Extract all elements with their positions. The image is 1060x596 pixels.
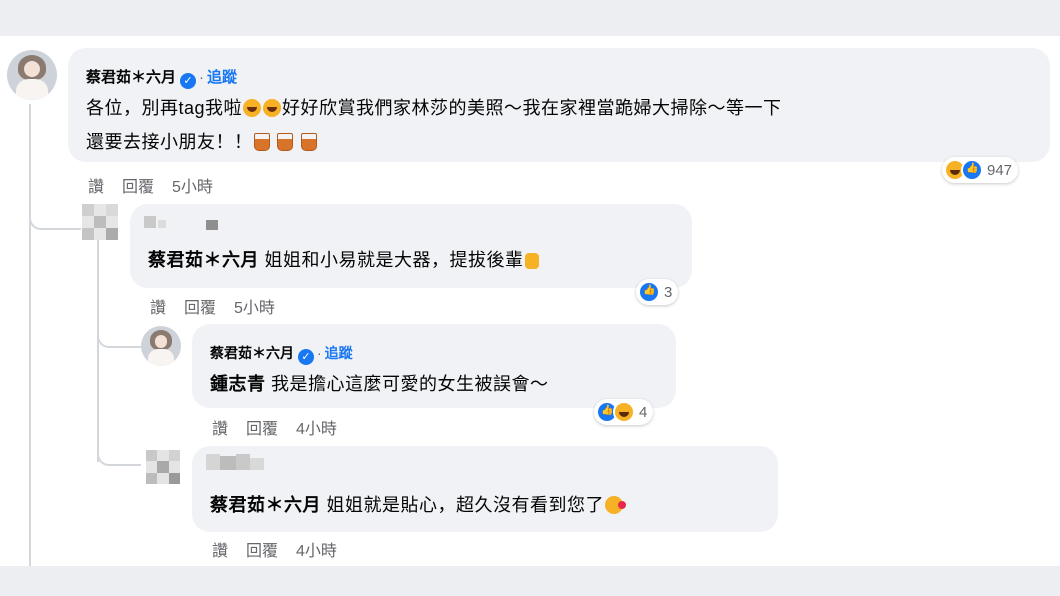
avatar[interactable]: [141, 326, 181, 366]
thread-connector: [29, 196, 81, 230]
drink-emoji-icon: [277, 133, 294, 151]
separator-dot: ·: [199, 69, 205, 86]
timestamp[interactable]: 4小時: [296, 543, 337, 560]
blur-block: [250, 458, 264, 470]
blur-block: [146, 450, 157, 461]
reply-thread-line: [97, 240, 99, 462]
author-name[interactable]: 蔡君茹＊六月: [210, 345, 294, 361]
timestamp[interactable]: 5小時: [234, 300, 275, 317]
comment-text-line-2: 還要去接小朋友！！: [86, 128, 318, 154]
avatar-face: [154, 334, 168, 348]
mention-link[interactable]: 蔡君茹＊六月: [210, 495, 321, 515]
verified-badge-icon: ✓: [298, 349, 314, 365]
blurred-author-name: [206, 454, 276, 472]
comment-author[interactable]: 蔡君茹＊六月 ✓ · 追蹤: [86, 66, 237, 89]
drink-emoji-icon: [253, 133, 270, 151]
comment-actions: 讚 回覆 4小時: [212, 537, 355, 561]
blur-block: [169, 473, 180, 484]
like-button[interactable]: 讚: [150, 300, 166, 317]
comment-actions: 讚 回覆 4小時: [212, 415, 355, 439]
thread-line: [29, 104, 31, 566]
comment-text-part: 姐姐和小易就是大器，提拔後輩: [264, 250, 524, 270]
comment-text: 各位，別再tag我啦 好好欣賞我們家林莎的美照～我在家裡當跪婦大掃除～等一下: [86, 94, 782, 120]
blurred-avatar[interactable]: [146, 450, 180, 484]
reply-button[interactable]: 回覆: [246, 543, 278, 560]
like-reaction-icon: [638, 281, 660, 303]
verified-badge-icon: ✓: [180, 73, 197, 89]
drink-emoji-icon: [300, 133, 317, 151]
separator-dot: ·: [317, 345, 322, 361]
comment-text-part: 我是擔心這麼可愛的女生被誤會～: [271, 374, 549, 394]
timestamp[interactable]: 4小時: [296, 421, 337, 438]
blur-block: [158, 220, 166, 228]
reply-connector: [97, 436, 141, 466]
smiling-hearts-emoji-icon: [605, 496, 627, 514]
reply-button[interactable]: 回覆: [184, 300, 216, 317]
avatar-face: [24, 61, 40, 77]
mention-link[interactable]: 鍾志青: [210, 374, 266, 394]
blur-block: [94, 216, 106, 228]
follow-button[interactable]: 追蹤: [207, 69, 237, 86]
comment-text: 蔡君茹＊六月 姐姐和小易就是大器，提拔後輩: [148, 246, 540, 272]
top-background-band: [0, 0, 1060, 36]
like-button[interactable]: 讚: [212, 421, 228, 438]
haha-reaction-icon: [613, 401, 635, 423]
like-reaction-icon: [961, 159, 983, 181]
avatar-body: [148, 349, 174, 366]
reply-button[interactable]: 回覆: [246, 421, 278, 438]
comment-text-part: 還要去接小朋友！！: [86, 132, 253, 152]
reaction-summary[interactable]: 947: [942, 157, 1019, 183]
blur-block: [144, 216, 156, 228]
blurred-author-name: [144, 216, 240, 230]
reply-button[interactable]: 回覆: [122, 179, 154, 196]
comment-text: 蔡君茹＊六月 姐姐就是貼心，超久沒有看到您了: [210, 491, 627, 517]
avatar-body: [16, 79, 48, 100]
blur-block: [106, 204, 118, 216]
blur-block: [157, 461, 169, 473]
mention-link[interactable]: 蔡君茹＊六月: [148, 250, 259, 270]
reaction-summary[interactable]: 3: [636, 279, 679, 305]
blur-block: [236, 454, 250, 470]
comment-thread: 蔡君茹＊六月 ✓ · 追蹤 各位，別再tag我啦 好好欣賞我們家林莎的美照～我在家裡當跪…: [0, 36, 1060, 566]
reaction-summary[interactable]: 4: [594, 399, 654, 425]
like-button[interactable]: 讚: [88, 179, 104, 196]
reaction-count: 947: [987, 161, 1013, 179]
like-button[interactable]: 讚: [212, 543, 228, 560]
rofl-emoji-icon: [263, 99, 282, 117]
thumbs-up-emoji-icon: [524, 253, 539, 269]
author-name[interactable]: 蔡君茹＊六月: [86, 69, 176, 86]
comment-author[interactable]: 蔡君茹＊六月 ✓ · 追蹤: [210, 343, 353, 365]
avatar[interactable]: [7, 50, 57, 100]
timestamp[interactable]: 5小時: [172, 179, 213, 196]
bottom-background-band: [0, 566, 1060, 596]
blur-block: [146, 473, 157, 484]
blur-block: [106, 228, 118, 240]
blur-block: [169, 450, 180, 461]
reaction-count: 3: [664, 283, 673, 301]
follow-button[interactable]: 追蹤: [325, 345, 353, 361]
rofl-emoji-icon: [243, 99, 262, 117]
blur-block: [206, 220, 218, 230]
comment-text: 鍾志青 我是擔心這麼可愛的女生被誤會～: [210, 370, 549, 396]
blur-block: [82, 228, 94, 240]
blur-block: [220, 456, 236, 470]
reply-connector: [97, 326, 141, 348]
comment-actions: 讚 回覆 5小時: [150, 294, 293, 318]
blur-block: [82, 204, 94, 216]
blurred-avatar[interactable]: [82, 204, 118, 240]
comment-text-part: 各位，別再tag我啦: [86, 98, 243, 118]
reaction-count: 4: [639, 403, 648, 421]
comment-bubble: [192, 446, 778, 532]
comment-actions: 讚 回覆 5小時: [88, 173, 231, 197]
blur-block: [206, 454, 220, 470]
comment-text-part: 姐姐就是貼心，超久沒有看到您了: [326, 495, 605, 515]
comment-text-part: 好好欣賞我們家林莎的美照～我在家裡當跪婦大掃除～等一下: [282, 98, 782, 118]
